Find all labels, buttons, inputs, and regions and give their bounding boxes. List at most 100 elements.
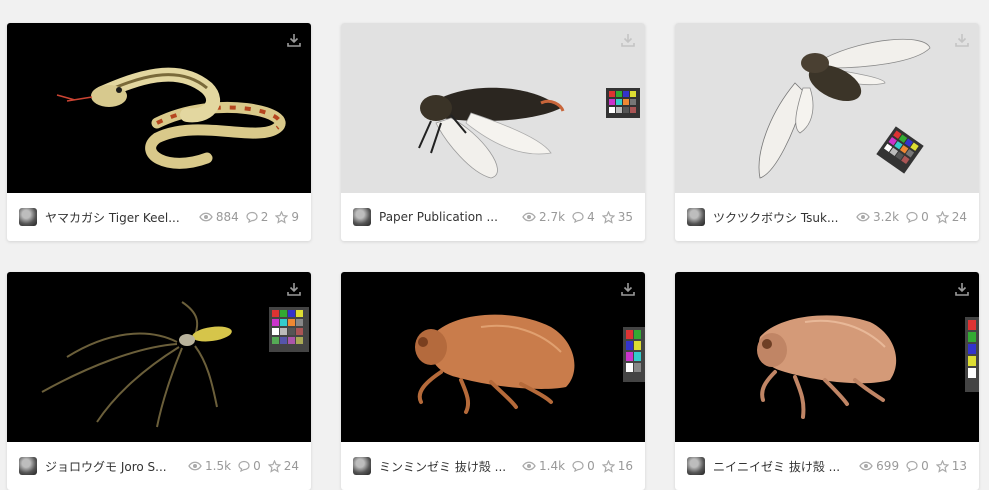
model-card[interactable]: Paper Publication ... 2.7k 4 35 (341, 23, 645, 241)
views-stat: 699 (859, 459, 899, 473)
comments-stat: 2 (246, 210, 269, 224)
likes-count: 24 (283, 459, 299, 473)
likes-stat[interactable]: 9 (275, 210, 299, 224)
eye-icon (856, 212, 870, 222)
avatar[interactable] (19, 208, 37, 226)
download-icon[interactable] (285, 280, 303, 298)
model-thumbnail[interactable] (675, 272, 979, 442)
model-card[interactable]: ヤマカガシ Tiger Keel... 884 2 9 (7, 23, 311, 241)
likes-count: 16 (617, 459, 633, 473)
download-icon[interactable] (953, 31, 971, 49)
likes-stat[interactable]: 35 (601, 210, 633, 224)
card-footer: ミンミンゼミ 抜け殻 ... 1.4k 0 16 (341, 442, 645, 490)
model-thumbnail[interactable] (7, 272, 311, 442)
eye-icon (859, 461, 873, 471)
model-card[interactable]: ミンミンゼミ 抜け殻 ... 1.4k 0 16 (341, 272, 645, 490)
views-stat: 884 (199, 210, 239, 224)
model-stats: 699 0 13 (859, 459, 967, 473)
model-thumbnail[interactable] (341, 272, 645, 442)
likes-stat[interactable]: 24 (935, 210, 967, 224)
comments-count: 4 (587, 210, 595, 224)
views-count: 884 (215, 210, 239, 224)
card-footer: ツクツクボウシ Tsuk... 3.2k 0 24 (675, 193, 979, 241)
views-count: 699 (876, 459, 900, 473)
comments-count: 0 (921, 459, 929, 473)
comments-count: 0 (253, 459, 261, 473)
model-card[interactable]: ジョロウグモ Joro S... 1.5k 0 24 (7, 272, 311, 490)
eye-icon (199, 212, 213, 222)
model-title[interactable]: ジョロウグモ Joro S... (45, 458, 182, 475)
model-stats: 3.2k 0 24 (856, 210, 967, 224)
spider-image (41, 301, 309, 428)
comments-stat: 4 (572, 210, 595, 224)
model-stats: 2.7k 4 35 (522, 210, 633, 224)
star-icon[interactable] (267, 459, 281, 473)
comment-icon (238, 460, 250, 472)
model-stats: 884 2 9 (199, 210, 299, 224)
comments-stat: 0 (906, 210, 929, 224)
model-card[interactable]: ニイニイゼミ 抜け殻 ... 699 0 13 (675, 272, 979, 490)
model-title[interactable]: ヤマカガシ Tiger Keel... (45, 209, 193, 226)
avatar[interactable] (353, 457, 371, 475)
comments-count: 2 (260, 210, 269, 224)
model-thumbnail[interactable] (7, 23, 311, 193)
model-card[interactable]: ツクツクボウシ Tsuk... 3.2k 0 24 (675, 23, 979, 241)
card-footer: Paper Publication ... 2.7k 4 35 (341, 193, 645, 241)
model-title[interactable]: ミンミンゼミ 抜け殻 ... (379, 458, 516, 475)
color-chart (968, 320, 976, 378)
model-stats: 1.4k 0 16 (522, 459, 633, 473)
comment-icon (572, 460, 584, 472)
comments-count: 0 (921, 210, 929, 224)
download-icon[interactable] (285, 31, 303, 49)
likes-count: 35 (617, 210, 633, 224)
avatar[interactable] (687, 208, 705, 226)
likes-stat[interactable]: 13 (935, 459, 967, 473)
model-title[interactable]: ニイニイゼミ 抜け殻 ... (713, 458, 853, 475)
comments-count: 0 (587, 459, 595, 473)
likes-stat[interactable]: 24 (267, 459, 299, 473)
likes-count: 13 (951, 459, 967, 473)
card-footer: ヤマカガシ Tiger Keel... 884 2 9 (7, 193, 311, 241)
card-footer: ジョロウグモ Joro S... 1.5k 0 24 (7, 442, 311, 490)
comments-stat: 0 (572, 459, 595, 473)
views-count: 1.4k (539, 459, 566, 473)
likes-stat[interactable]: 16 (601, 459, 633, 473)
views-count: 3.2k (873, 210, 900, 224)
views-count: 1.5k (205, 459, 232, 473)
views-count: 2.7k (539, 210, 566, 224)
download-icon[interactable] (953, 280, 971, 298)
cicada-shell-image (757, 315, 979, 419)
eye-icon (522, 212, 536, 222)
views-stat: 1.4k (522, 459, 565, 473)
comments-stat: 0 (906, 459, 929, 473)
star-icon[interactable] (935, 210, 949, 224)
comment-icon (906, 460, 918, 472)
star-icon[interactable] (601, 459, 615, 473)
comment-icon (572, 211, 584, 223)
comments-stat: 0 (238, 459, 261, 473)
star-icon[interactable] (275, 210, 289, 224)
comment-icon (906, 211, 918, 223)
avatar[interactable] (687, 457, 705, 475)
model-title[interactable]: ツクツクボウシ Tsuk... (713, 209, 850, 226)
model-title[interactable]: Paper Publication ... (379, 210, 516, 224)
download-icon[interactable] (619, 280, 637, 298)
views-stat: 2.7k (522, 210, 565, 224)
eye-icon (522, 461, 536, 471)
views-stat: 3.2k (856, 210, 899, 224)
model-stats: 1.5k 0 24 (188, 459, 299, 473)
comment-icon (246, 211, 258, 223)
model-thumbnail[interactable] (675, 23, 979, 193)
star-icon[interactable] (935, 459, 949, 473)
snake-image (56, 67, 286, 169)
model-thumbnail[interactable] (341, 23, 645, 193)
cicada-image (418, 87, 640, 179)
cicada-shell-image (415, 314, 645, 414)
star-icon[interactable] (601, 210, 615, 224)
eye-icon (188, 461, 202, 471)
download-icon[interactable] (619, 31, 637, 49)
views-stat: 1.5k (188, 459, 231, 473)
avatar[interactable] (19, 457, 37, 475)
avatar[interactable] (353, 208, 371, 226)
likes-count: 9 (291, 210, 299, 224)
